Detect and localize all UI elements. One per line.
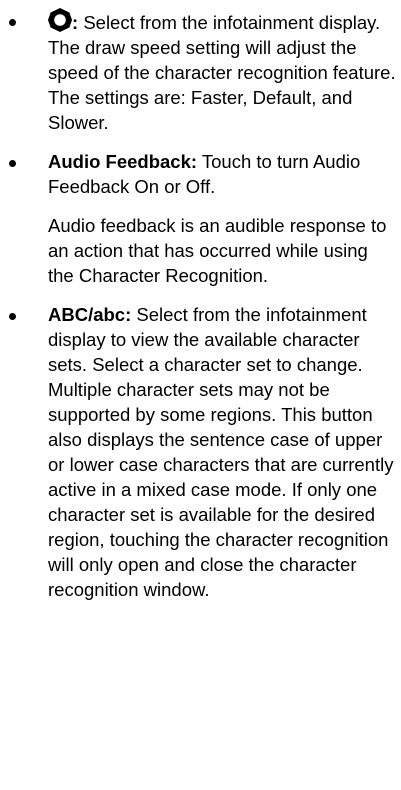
list-item-draw-speed: : Select from the infotainment display. … [0,8,401,135]
item-note: Audio feedback is an audible response to… [48,215,387,286]
list-item-abc: ABC/abc: Select from the infotainment di… [0,302,401,602]
settings-gear-icon [48,8,72,32]
list-item-audio-feedback: Audio Feedback: Touch to turn Audio Feed… [0,149,401,288]
bullet-icon [9,160,16,167]
item-term: : [48,8,79,33]
feature-list: : Select from the infotainment display. … [0,8,401,602]
item-term: Audio Feedback: [48,151,198,172]
bullet-icon [9,313,16,320]
item-description: Select from the infotainment display to … [48,304,394,600]
manual-page: : Select from the infotainment display. … [0,0,401,790]
bullet-icon [9,19,16,26]
term-colon: : [72,12,79,33]
item-description: Select from the infotainment display. Th… [48,12,396,133]
item-term: ABC/abc: [48,304,132,325]
